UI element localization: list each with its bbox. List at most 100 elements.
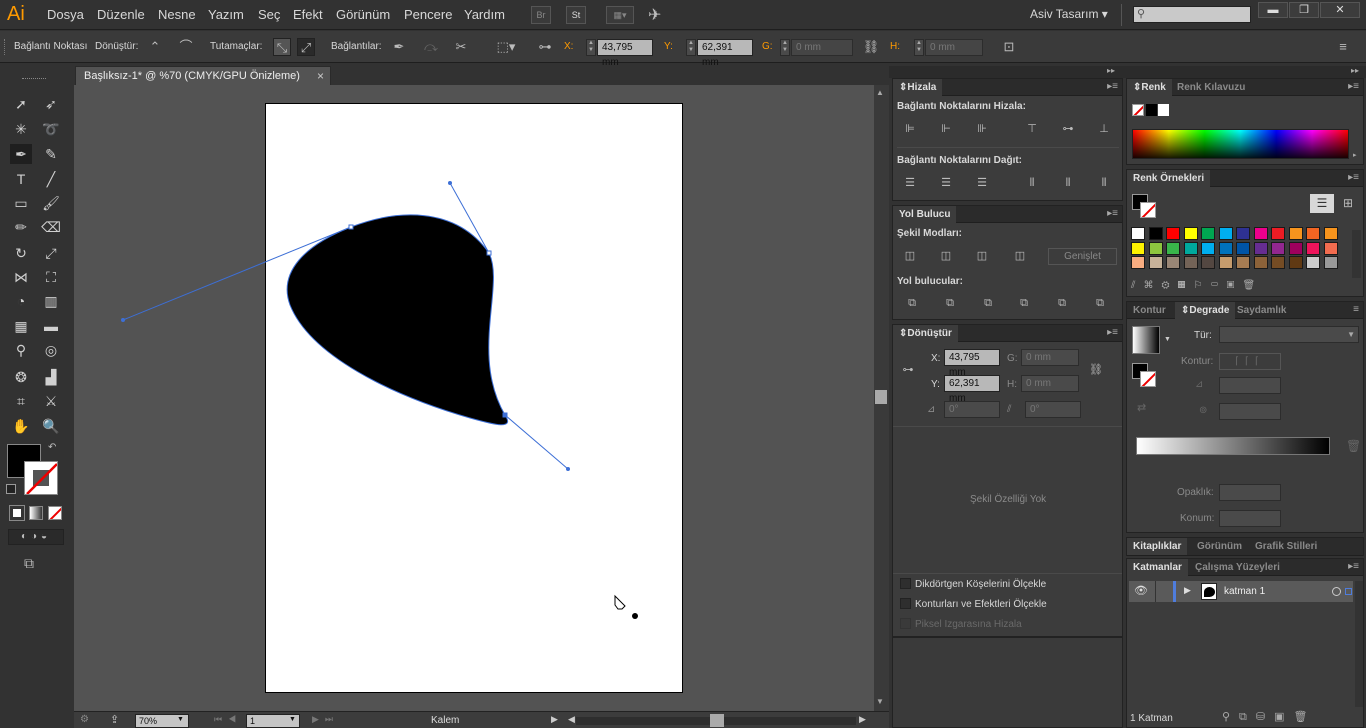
- teardrop-shape[interactable]: [287, 214, 508, 425]
- color-swatch[interactable]: [1183, 256, 1198, 269]
- workspace-switcher[interactable]: Asiv Tasarım ▾: [1030, 7, 1108, 21]
- vertical-scrollbar[interactable]: ▲ ▼: [874, 85, 889, 711]
- tab-transparency[interactable]: Saydamlık: [1231, 302, 1292, 319]
- gradient-stroke-indicator[interactable]: [1140, 371, 1156, 387]
- color-swatch[interactable]: [1253, 256, 1268, 269]
- exclude-icon[interactable]: ◫: [1011, 248, 1029, 264]
- anchor-point[interactable]: [486, 250, 492, 256]
- align-vcenter-icon[interactable]: ⊶: [1059, 121, 1077, 137]
- tab-appearance[interactable]: Görünüm: [1191, 538, 1248, 555]
- handle-point[interactable]: [121, 318, 125, 322]
- constrain-proportions-icon[interactable]: ⛓: [1087, 362, 1105, 378]
- hscroll-left-icon[interactable]: ◀: [568, 714, 575, 725]
- color-swatch[interactable]: [1323, 227, 1338, 240]
- color-swatch[interactable]: [1131, 227, 1145, 240]
- color-swatch[interactable]: [1271, 256, 1285, 269]
- search-input[interactable]: ⚲: [1133, 6, 1251, 23]
- color-swatch[interactable]: [1306, 241, 1320, 255]
- color-swatch[interactable]: [1236, 256, 1250, 269]
- align-left-icon[interactable]: ⊫: [901, 121, 919, 137]
- expand-layer-icon[interactable]: ▶: [1184, 585, 1191, 596]
- distribute-hcenter-icon[interactable]: ⫴: [1059, 175, 1077, 191]
- tab-pathfinder[interactable]: Yol Bulucu: [893, 206, 957, 223]
- merge-icon[interactable]: ⧉: [979, 295, 997, 311]
- color-swatch[interactable]: [1183, 241, 1198, 255]
- align-panel-menu-icon[interactable]: ▸≡: [1107, 81, 1118, 92]
- layer-tools-icon[interactable]: ⚲⧉⛁▣🗑: [1222, 710, 1317, 724]
- target-icon[interactable]: [1332, 587, 1341, 596]
- align-hcenter-icon[interactable]: ⊩: [937, 121, 955, 137]
- crop-icon[interactable]: ⧉: [1015, 295, 1033, 311]
- scroll-down-icon[interactable]: ▼: [876, 697, 884, 706]
- control-menu-icon[interactable]: ≡: [1334, 38, 1352, 56]
- color-swatch[interactable]: [1306, 256, 1320, 269]
- black-color-icon[interactable]: [1146, 104, 1157, 116]
- align-bottom-icon[interactable]: ⊥: [1095, 121, 1113, 137]
- reference-point-icon[interactable]: ⊶: [899, 362, 917, 378]
- trim-icon[interactable]: ⧉: [941, 295, 959, 311]
- color-swatch[interactable]: [1253, 227, 1268, 240]
- transform-y-field[interactable]: 62,391 mm: [944, 375, 1000, 404]
- tab-transform[interactable]: ⇕Dönüştür: [893, 325, 958, 342]
- gradient-panel-menu-icon[interactable]: ≡: [1353, 304, 1359, 315]
- page-nav-next-icon[interactable]: ▶⏭: [312, 714, 339, 725]
- color-swatch[interactable]: [1253, 241, 1268, 255]
- zoom-dropdown-icon[interactable]: ▼: [177, 716, 184, 723]
- divide-icon[interactable]: ⧉: [903, 295, 921, 311]
- distribute-vcenter-icon[interactable]: ☰: [937, 175, 955, 191]
- tab-color-guide[interactable]: Renk Kılavuzu: [1171, 79, 1251, 96]
- tab-graphic-styles[interactable]: Grafik Stilleri: [1249, 538, 1323, 555]
- color-swatch[interactable]: [1201, 227, 1215, 240]
- color-panel-scroll-icon[interactable]: ▸: [1353, 151, 1357, 159]
- distribute-top-icon[interactable]: ☰: [901, 175, 919, 191]
- color-swatch[interactable]: [1236, 241, 1250, 255]
- hscroll-thumb[interactable]: [710, 714, 724, 727]
- color-swatch[interactable]: [1218, 256, 1233, 269]
- tab-layers[interactable]: Katmanlar: [1127, 559, 1188, 576]
- cc-libraries-icon[interactable]: ⚙: [80, 714, 89, 725]
- color-swatch[interactable]: [1218, 241, 1233, 255]
- color-swatch[interactable]: [1131, 241, 1145, 255]
- handle-point[interactable]: [566, 467, 570, 471]
- color-swatch[interactable]: [1323, 256, 1338, 269]
- grid-view-icon[interactable]: ⊞: [1337, 194, 1359, 213]
- color-swatch[interactable]: [1236, 227, 1250, 240]
- page-nav-prev-icon[interactable]: ⏮◀: [214, 714, 242, 725]
- color-swatch[interactable]: [1148, 227, 1163, 240]
- tab-align[interactable]: ⇕Hizala: [893, 79, 943, 96]
- color-swatch[interactable]: [1288, 227, 1303, 240]
- scroll-thumb[interactable]: [875, 390, 887, 404]
- minus-back-icon[interactable]: ⧉: [1091, 295, 1109, 311]
- color-swatch[interactable]: [1166, 256, 1180, 269]
- transform-panel-menu-icon[interactable]: ▸≡: [1107, 327, 1118, 338]
- collapse-dock-icon[interactable]: ▸▸: [1107, 66, 1115, 75]
- scroll-up-icon[interactable]: ▲: [876, 88, 884, 97]
- hscroll-right-icon[interactable]: ▶: [859, 714, 866, 725]
- close-button[interactable]: ✕: [1320, 2, 1360, 18]
- color-swatch[interactable]: [1271, 241, 1285, 255]
- swatch-tools-icon[interactable]: ⫽⌘⚙▦⚐▭▣🗑: [1131, 280, 1263, 291]
- tab-swatches[interactable]: Renk Örnekleri: [1127, 170, 1211, 187]
- color-swatch[interactable]: [1271, 227, 1285, 240]
- align-right-icon[interactable]: ⊪: [973, 121, 991, 137]
- color-swatch[interactable]: [1288, 256, 1303, 269]
- color-swatch[interactable]: [1131, 256, 1145, 269]
- color-swatch[interactable]: [1166, 227, 1180, 240]
- page-dropdown-icon[interactable]: ▼: [289, 716, 296, 723]
- anchor-point[interactable]: [502, 412, 508, 418]
- swatch-stroke-indicator[interactable]: [1140, 202, 1156, 218]
- gradient-slider[interactable]: [1136, 437, 1330, 455]
- distribute-right-icon[interactable]: ⫴: [1095, 175, 1113, 191]
- distribute-bottom-icon[interactable]: ☰: [973, 175, 991, 191]
- scale-strokes-checkbox[interactable]: [900, 598, 911, 609]
- outline-icon[interactable]: ⧉: [1053, 295, 1071, 311]
- restore-button[interactable]: ❐: [1289, 2, 1319, 18]
- visibility-eye-icon[interactable]: 👁: [1134, 584, 1148, 597]
- gradient-preview[interactable]: [1132, 326, 1160, 354]
- minus-front-icon[interactable]: ◫: [937, 248, 955, 264]
- color-swatch[interactable]: [1183, 227, 1198, 240]
- color-spectrum[interactable]: [1132, 129, 1349, 159]
- color-swatch[interactable]: [1148, 256, 1163, 269]
- status-menu-icon[interactable]: ▶: [551, 714, 558, 725]
- layers-panel-menu-icon[interactable]: ▸≡: [1348, 561, 1359, 572]
